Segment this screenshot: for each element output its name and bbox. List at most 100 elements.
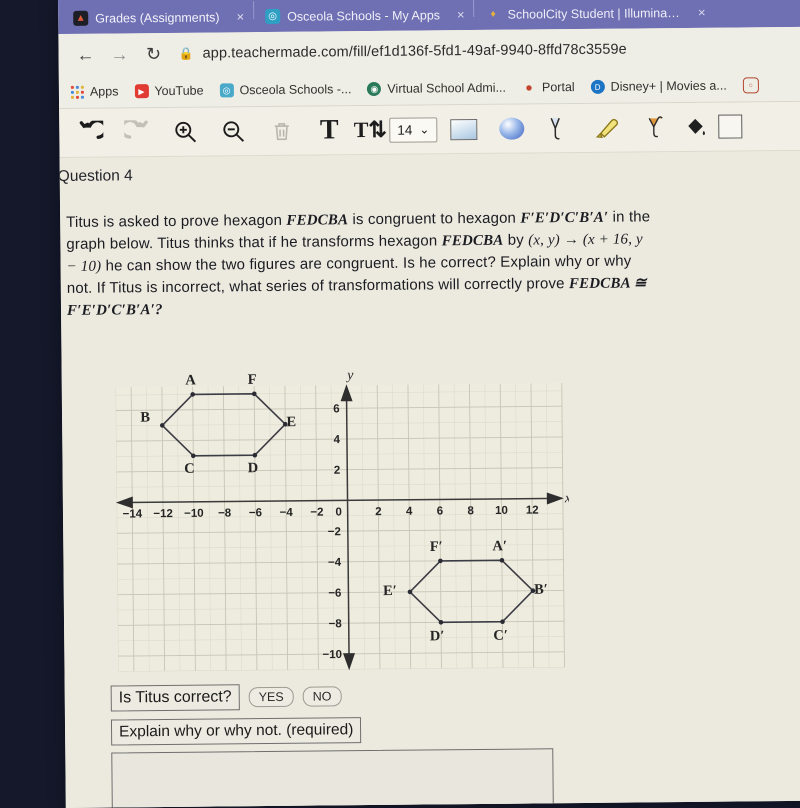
- graph-svg: −14 −12 −10 −8 −6 −4 −2 0 2 4 6 8 10 12 6 4 2 −2 −4 −6 −8 −10…: [115, 368, 571, 672]
- browser-tab-grades[interactable]: ▲ Grades (Assignments) ×: [62, 1, 254, 34]
- svg-text:6: 6: [333, 403, 340, 415]
- explain-prompt: Explain why or why not. (required): [110, 717, 362, 746]
- bookmark-label: Apps: [89, 84, 119, 99]
- svg-text:x: x: [564, 491, 571, 506]
- svg-text:B′: B′: [534, 582, 548, 598]
- svg-text:−6: −6: [249, 507, 262, 519]
- navigation-bar: ← → ↻ 🔒 app.teachermade.com/fill/ef1d136…: [58, 26, 800, 76]
- text-resize-icon[interactable]: T⇅: [354, 110, 387, 150]
- ellipse-icon[interactable]: [489, 108, 533, 148]
- tab-close-icon[interactable]: ×: [236, 9, 244, 24]
- rectangle-icon[interactable]: [441, 109, 485, 149]
- bookmark-portal[interactable]: ● Portal: [522, 80, 575, 95]
- bookmark-label: Virtual School Admi...: [387, 80, 507, 96]
- svg-text:−8: −8: [329, 618, 343, 630]
- answer-area: Is Titus correct? YES NO Explain why or …: [110, 681, 582, 808]
- svg-text:2: 2: [334, 465, 341, 477]
- address-bar[interactable]: 🔒 app.teachermade.com/fill/ef1d136f-5fd1…: [178, 40, 800, 62]
- svg-text:0: 0: [335, 506, 342, 518]
- svg-text:D: D: [248, 460, 259, 476]
- svg-text:A′: A′: [492, 538, 507, 554]
- svg-text:D′: D′: [430, 628, 445, 644]
- svg-text:C′: C′: [493, 628, 508, 644]
- svg-text:−2: −2: [328, 526, 341, 538]
- svg-text:−4: −4: [328, 557, 342, 569]
- undo-icon[interactable]: [67, 112, 111, 152]
- svg-text:4: 4: [334, 434, 341, 446]
- bookmark-label: YouTube: [154, 83, 204, 99]
- bookmark-instagram[interactable]: ○: [742, 77, 765, 94]
- question-text: Titus is asked to prove hexagon FEDCBA i…: [66, 206, 657, 322]
- explain-textarea[interactable]: [111, 748, 554, 808]
- svg-text:12: 12: [526, 505, 539, 517]
- color-swatch-icon[interactable]: [715, 106, 745, 146]
- fill-bucket-icon[interactable]: [681, 107, 711, 147]
- bookmark-virtual-school[interactable]: ◉ Virtual School Admi...: [367, 80, 507, 97]
- qtext-seg: by: [503, 231, 529, 249]
- qtext-seg: FEDCBA: [441, 232, 504, 250]
- qtext-seg: he can show the two figures are congruen…: [66, 252, 632, 297]
- zoom-in-icon[interactable]: [163, 112, 207, 152]
- bookmark-label: Osceola Schools -...: [239, 82, 352, 98]
- svg-text:F′: F′: [430, 539, 443, 555]
- browser-tab-schoolcity[interactable]: ♦ SchoolCity Student | Illuminate E ×: [474, 0, 705, 30]
- bookmark-label: Disney+ | Movies a...: [610, 78, 727, 94]
- reload-button[interactable]: ↻: [136, 37, 170, 71]
- svg-text:E′: E′: [383, 583, 397, 599]
- editor-toolbar: T T⇅ 14 ⌄: [59, 101, 800, 158]
- bookmark-youtube[interactable]: ▶ YouTube: [134, 83, 204, 99]
- font-size-select[interactable]: 14 ⌄: [389, 116, 438, 143]
- svg-text:6: 6: [437, 505, 444, 517]
- url-text: app.teachermade.com/fill/ef1d136f-5fd1-4…: [202, 41, 627, 62]
- svg-text:−12: −12: [153, 508, 173, 520]
- lock-icon: 🔒: [178, 46, 194, 61]
- instagram-icon: ○: [742, 77, 759, 94]
- svg-text:4: 4: [406, 506, 413, 518]
- svg-text:F: F: [248, 372, 257, 388]
- tab-close-icon[interactable]: ×: [698, 5, 706, 20]
- svg-text:−10: −10: [322, 649, 342, 661]
- pencil-icon[interactable]: [633, 107, 677, 147]
- svg-text:−6: −6: [328, 588, 341, 600]
- svg-text:−14: −14: [123, 508, 143, 520]
- no-button[interactable]: NO: [302, 686, 342, 707]
- browser-window: ▲ Grades (Assignments) × ◎ Osceola Schoo…: [58, 0, 800, 808]
- qtext-seg: Titus is asked to prove hexagon: [66, 211, 287, 231]
- text-tool-icon[interactable]: T: [307, 110, 351, 150]
- chevron-down-icon: ⌄: [419, 122, 430, 137]
- back-button[interactable]: ←: [68, 38, 102, 72]
- pen-icon[interactable]: [537, 108, 581, 148]
- svg-text:C: C: [184, 461, 195, 477]
- is-titus-correct-prompt: Is Titus correct?: [110, 684, 240, 712]
- browser-tab-osceola[interactable]: ◎ Osceola Schools - My Apps ×: [254, 0, 474, 32]
- question-label: Question 4: [58, 167, 133, 186]
- redo-icon: [115, 112, 159, 152]
- youtube-icon: ▶: [134, 84, 149, 99]
- trash-icon[interactable]: [259, 111, 303, 151]
- svg-text:−4: −4: [280, 507, 294, 519]
- svg-text:10: 10: [495, 505, 508, 517]
- osceola-icon: ◎: [265, 8, 281, 25]
- font-size-value: 14: [397, 122, 413, 138]
- highlighter-icon[interactable]: [585, 108, 629, 148]
- disney-icon: D: [590, 79, 605, 94]
- svg-text:E: E: [286, 414, 296, 430]
- tab-title: Osceola Schools - My Apps: [287, 7, 441, 24]
- svg-text:−2: −2: [310, 507, 323, 519]
- zoom-out-icon[interactable]: [211, 111, 255, 151]
- svg-text:B: B: [140, 410, 150, 426]
- qtext-seg: FEDCBA: [286, 212, 349, 229]
- bookmark-label: Portal: [541, 80, 575, 95]
- tab-close-icon[interactable]: ×: [457, 7, 465, 22]
- bookmark-disney[interactable]: D Disney+ | Movies a...: [590, 78, 727, 94]
- osceola-icon: ◎: [219, 83, 234, 98]
- bookmark-osceola[interactable]: ◎ Osceola Schools -...: [219, 82, 352, 98]
- svg-text:y: y: [345, 368, 354, 383]
- qtext-seg: is congruent to hexagon: [348, 209, 521, 229]
- yes-button[interactable]: YES: [248, 686, 294, 708]
- bookmark-apps[interactable]: Apps: [70, 84, 119, 99]
- graduation-cap-icon: ▲: [73, 10, 89, 26]
- forward-button[interactable]: →: [102, 37, 136, 71]
- globe-icon: ◉: [367, 81, 382, 97]
- svg-text:8: 8: [467, 505, 474, 517]
